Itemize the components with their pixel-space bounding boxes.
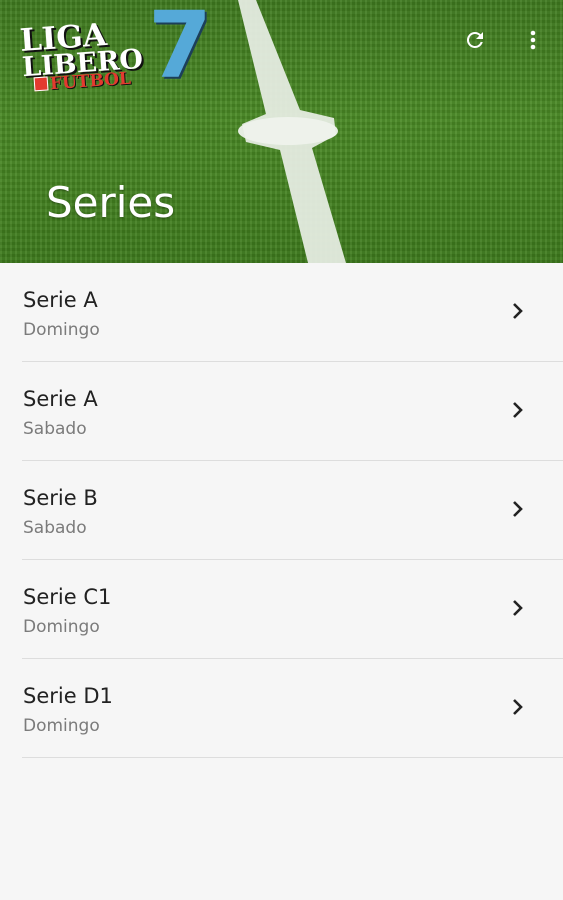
list-item[interactable]: Serie D1 Domingo <box>22 659 563 758</box>
series-day: Domingo <box>23 320 100 340</box>
series-day: Domingo <box>23 716 100 736</box>
page-title: Series <box>46 178 176 227</box>
chevron-right-icon <box>513 600 523 616</box>
chevron-right-icon <box>513 402 523 418</box>
chevron-right-icon <box>513 501 523 517</box>
header-banner: 7 LIGA LIBERO FUTBOL Series <box>0 0 563 263</box>
app-logo: 7 LIGA LIBERO FUTBOL <box>18 0 212 96</box>
series-title: Serie B <box>23 486 98 510</box>
chevron-right-icon <box>513 303 523 319</box>
logo-line-3-text: FUTBOL <box>49 68 132 95</box>
more-vert-icon <box>530 30 536 50</box>
ball-icon <box>33 76 49 92</box>
series-title: Serie A <box>23 387 98 411</box>
series-title: Serie D1 <box>23 684 113 708</box>
chevron-right-icon <box>513 699 523 715</box>
series-title: Serie C1 <box>23 585 112 609</box>
series-day: Sabado <box>23 419 87 439</box>
list-item[interactable]: Serie A Sabado <box>22 362 563 461</box>
series-day: Domingo <box>23 617 100 637</box>
series-day: Sabado <box>23 518 87 538</box>
overflow-menu-button[interactable] <box>519 24 547 56</box>
series-title: Serie A <box>23 288 98 312</box>
list-item[interactable]: Serie C1 Domingo <box>22 560 563 659</box>
list-item[interactable]: Serie A Domingo <box>22 263 563 362</box>
logo-number: 7 <box>148 0 213 99</box>
refresh-button[interactable] <box>459 24 491 56</box>
refresh-icon <box>466 31 483 48</box>
list-item[interactable]: Serie B Sabado <box>22 461 563 560</box>
series-list: Serie A Domingo Serie A Sabado Serie B S… <box>0 263 563 758</box>
